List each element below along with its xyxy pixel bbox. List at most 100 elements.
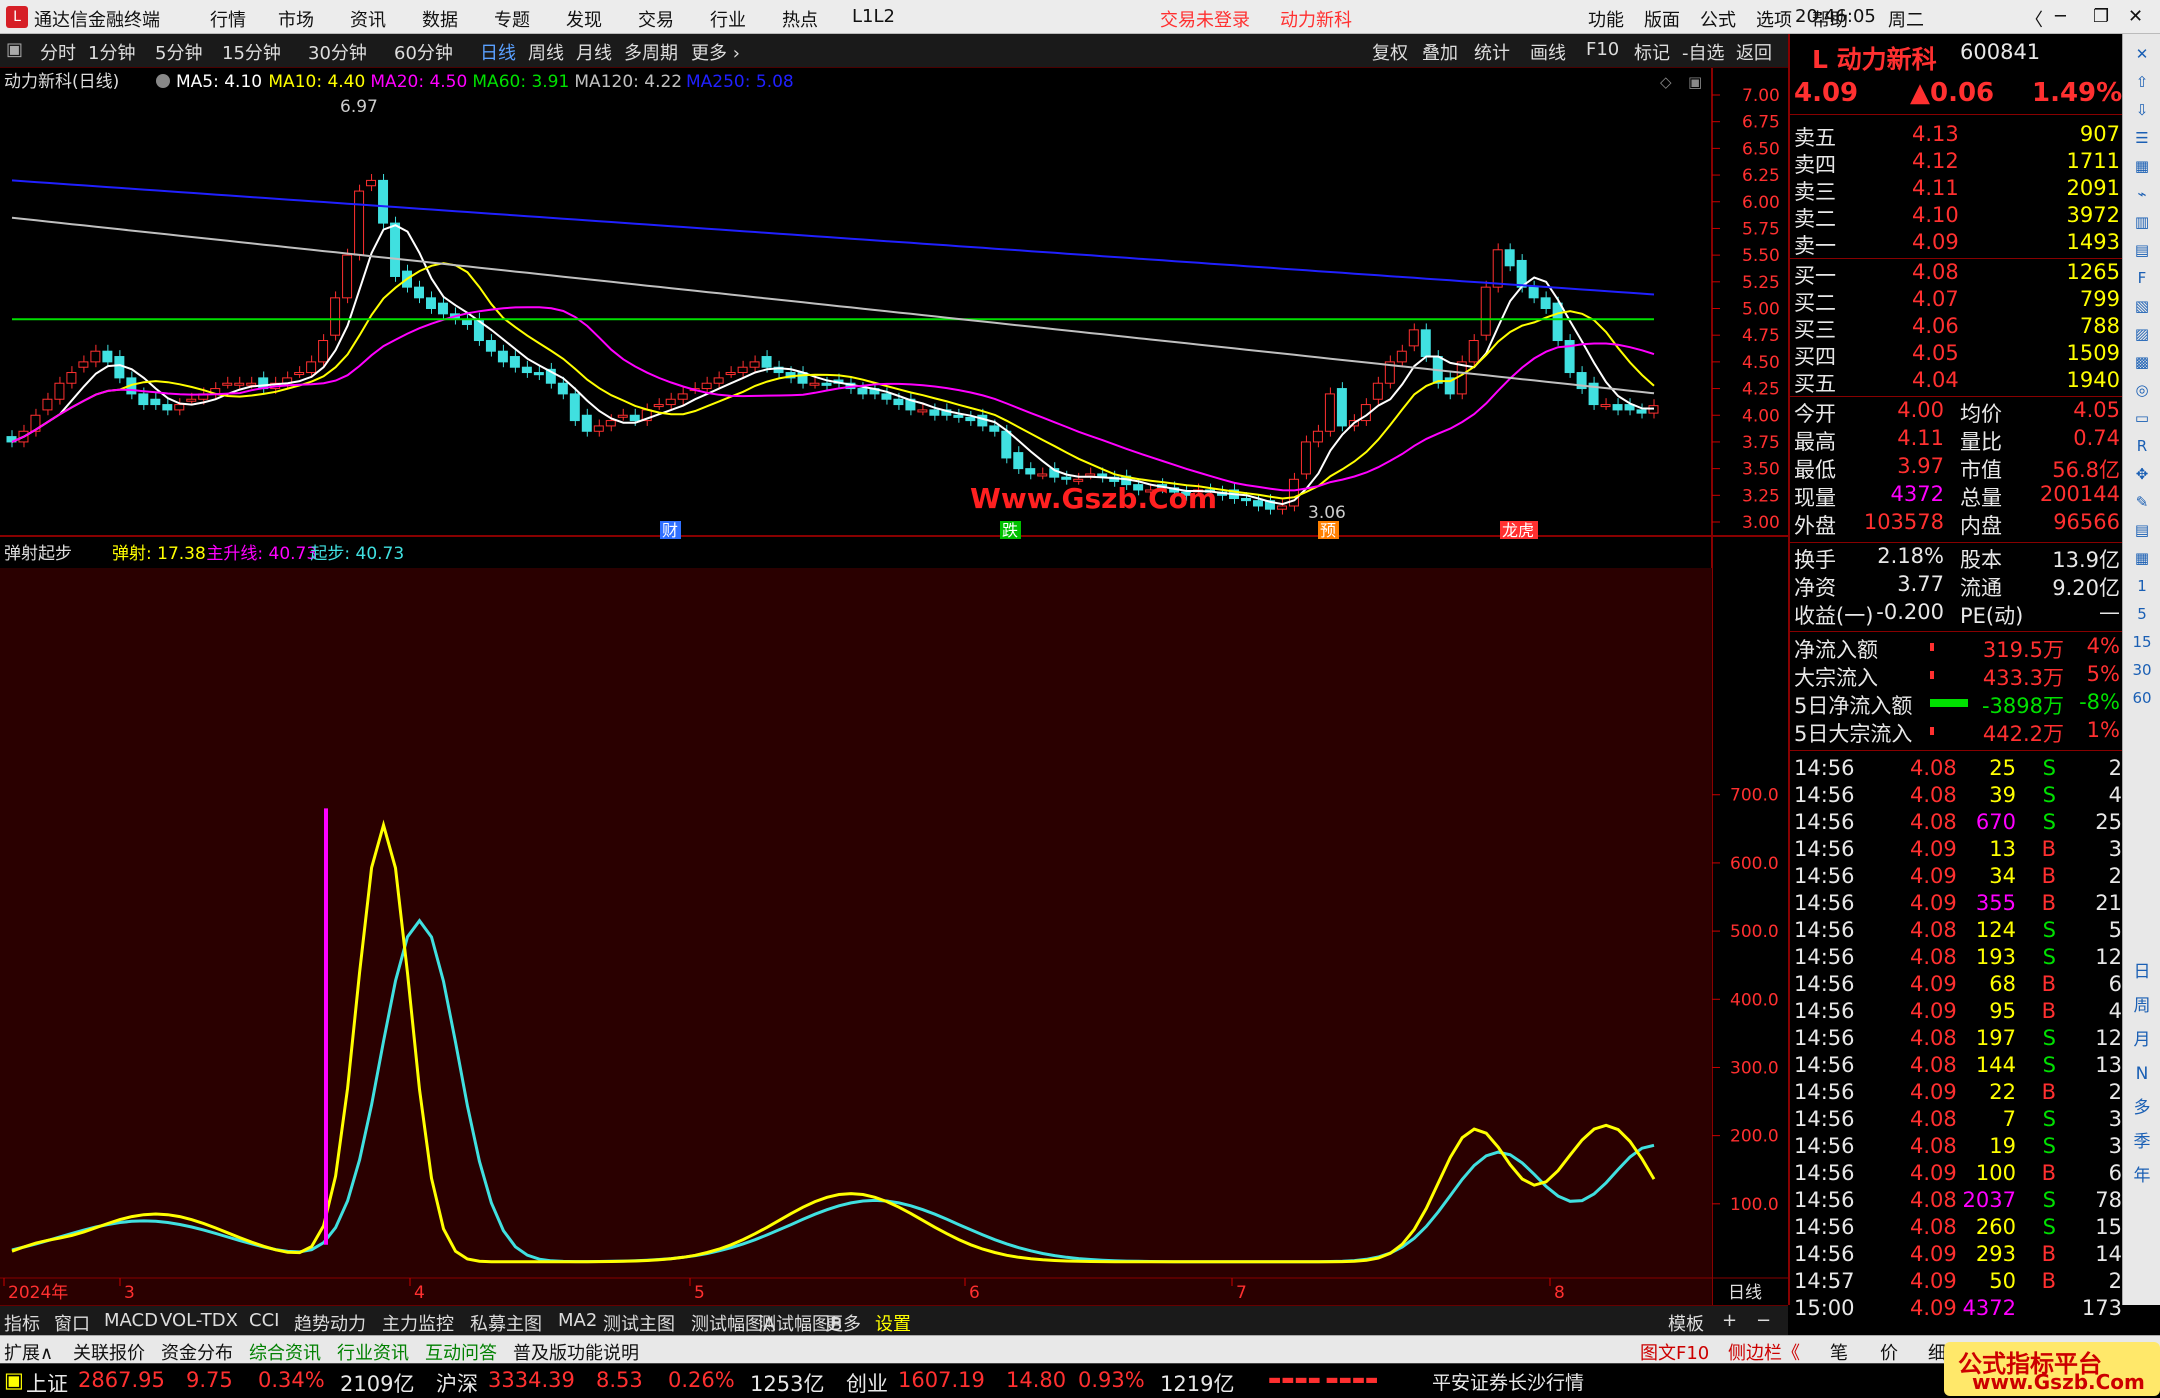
restore-icon[interactable]: ❐ — [2093, 6, 2109, 27]
ind-tool-0[interactable]: 模板 — [1668, 1310, 1704, 1336]
tool-icon-13[interactable]: ▭ — [2129, 406, 2155, 430]
period-tool-6[interactable]: 年 — [2129, 1164, 2155, 1188]
ind-tab-5[interactable]: 趋势动力 — [294, 1310, 366, 1336]
ind-tab-0[interactable]: 指标 — [4, 1310, 40, 1336]
bottom-tab-1[interactable]: 关联报价 — [73, 1339, 145, 1365]
back-icon[interactable]: 〈 — [2025, 6, 2043, 32]
status-icon[interactable]: ▣ — [4, 1368, 24, 1392]
period-3[interactable]: 15分钟 — [222, 39, 281, 65]
period-8[interactable]: 月线 — [576, 39, 612, 65]
period-4[interactable]: 30分钟 — [308, 39, 367, 65]
bottom-tool-1[interactable]: 侧边栏《 — [1728, 1339, 1800, 1365]
chart-tool-5[interactable]: 标记 — [1634, 39, 1670, 65]
ind-tab-3[interactable]: VOL-TDX — [160, 1310, 238, 1331]
tool-icon-16[interactable]: ✎ — [2129, 490, 2155, 514]
ind-tab-6[interactable]: 主力监控 — [382, 1310, 454, 1336]
ind-tab-8[interactable]: MA2 — [558, 1310, 597, 1331]
period-10[interactable]: 更多 › — [691, 39, 740, 65]
period-6[interactable]: 日线 — [480, 39, 516, 65]
menu-6[interactable]: 交易 — [638, 6, 674, 32]
tool-icon-10[interactable]: ▨ — [2129, 322, 2155, 346]
menu-4[interactable]: 专题 — [494, 6, 530, 32]
bottom-tab-6[interactable]: 普及版功能说明 — [513, 1339, 639, 1365]
ind-tab-7[interactable]: 私募主图 — [470, 1310, 542, 1336]
tool-icon-15[interactable]: ✥ — [2129, 462, 2155, 486]
period-tool-2[interactable]: 月 — [2129, 1028, 2155, 1052]
period-tool-0[interactable]: 日 — [2129, 960, 2155, 984]
right-menu-3[interactable]: 选项 — [1756, 6, 1792, 32]
period-tool-1[interactable]: 周 — [2129, 994, 2155, 1018]
stock-link[interactable]: 动力新科 — [1280, 6, 1352, 32]
menu-5[interactable]: 发现 — [566, 6, 602, 32]
tool-icon-0[interactable]: ✕ — [2129, 42, 2155, 66]
bottom-tab-5[interactable]: 互动问答 — [425, 1339, 497, 1365]
minimize-icon[interactable]: ─ — [2055, 6, 2066, 27]
bottom-tool-3[interactable]: 价 — [1880, 1339, 1898, 1365]
tool-icon-12[interactable]: ◎ — [2129, 378, 2155, 402]
chart-tool-3[interactable]: 画线 — [1530, 39, 1566, 65]
bottom-tab-3[interactable]: 综合资讯 — [249, 1339, 321, 1365]
tool-icon-3[interactable]: ☰ — [2129, 126, 2155, 150]
idx-name-1[interactable]: 沪深 — [436, 1368, 478, 1398]
ind-tool-2[interactable]: − — [1756, 1310, 1771, 1331]
ind-tab-9[interactable]: 测试主图 — [603, 1310, 675, 1336]
period-tool-4[interactable]: 多 — [2129, 1096, 2155, 1120]
tool-icon-22[interactable]: 30 — [2129, 658, 2155, 682]
bottom-tab-0[interactable]: 扩展∧ — [4, 1339, 53, 1365]
menu-0[interactable]: 行情 — [210, 6, 246, 32]
ind-tab-4[interactable]: CCI — [249, 1310, 279, 1331]
ind-tab-2[interactable]: MACD — [104, 1310, 158, 1331]
tool-icon-5[interactable]: ⌁ — [2129, 182, 2155, 206]
ind-tab-12[interactable]: 更多 — [825, 1310, 861, 1336]
period-0[interactable]: 分时 — [40, 39, 76, 65]
period-2[interactable]: 5分钟 — [155, 39, 202, 65]
idx-name-2[interactable]: 创业 — [846, 1368, 888, 1398]
period-1[interactable]: 1分钟 — [88, 39, 135, 65]
tool-icon-4[interactable]: ▦ — [2129, 154, 2155, 178]
tool-icon-7[interactable]: ▤ — [2129, 238, 2155, 262]
ind-tab-1[interactable]: 窗口 — [54, 1310, 90, 1336]
menu-8[interactable]: 热点 — [782, 6, 818, 32]
right-menu-1[interactable]: 版面 — [1644, 6, 1680, 32]
close-icon[interactable]: ✕ — [2128, 6, 2143, 27]
panel-toggle-icon[interactable]: ▣ — [6, 39, 23, 60]
period-tool-5[interactable]: 季 — [2129, 1130, 2155, 1154]
chart-tool-2[interactable]: 统计 — [1474, 39, 1510, 65]
bottom-tab-4[interactable]: 行业资讯 — [337, 1339, 409, 1365]
tool-icon-8[interactable]: F — [2129, 266, 2155, 290]
menu-1[interactable]: 市场 — [278, 6, 314, 32]
tool-icon-19[interactable]: 1 — [2129, 574, 2155, 598]
ind-tool-1[interactable]: + — [1722, 1310, 1737, 1331]
ind-tab-13[interactable]: 设置 — [875, 1310, 911, 1336]
chart-tool-7[interactable]: 返回 — [1736, 39, 1772, 65]
right-menu-2[interactable]: 公式 — [1700, 6, 1736, 32]
right-menu-0[interactable]: 功能 — [1588, 6, 1624, 32]
tool-icon-20[interactable]: 5 — [2129, 602, 2155, 626]
menu-7[interactable]: 行业 — [710, 6, 746, 32]
bottom-tab-2[interactable]: 资金分布 — [161, 1339, 233, 1365]
period-7[interactable]: 周线 — [528, 39, 564, 65]
tool-icon-2[interactable]: ⇩ — [2129, 98, 2155, 122]
menu-9[interactable]: L1L2 — [852, 6, 895, 27]
tool-icon-11[interactable]: ▩ — [2129, 350, 2155, 374]
idx-name-0[interactable]: 上证 — [26, 1368, 68, 1398]
bottom-tool-0[interactable]: 图文F10 — [1640, 1339, 1709, 1365]
bottom-tool-2[interactable]: 笔 — [1830, 1339, 1848, 1365]
tool-icon-6[interactable]: ▥ — [2129, 210, 2155, 234]
right-menu-4[interactable]: 帮助 — [1812, 6, 1848, 32]
tool-icon-1[interactable]: ⇧ — [2129, 70, 2155, 94]
period-5[interactable]: 60分钟 — [394, 39, 453, 65]
tool-icon-9[interactable]: ▧ — [2129, 294, 2155, 318]
chart-tool-0[interactable]: 复权 — [1372, 39, 1408, 65]
kline-chart[interactable]: 动力新科(日线) MA5: 4.10 MA10: 4.40 MA20: 4.50 MA6… — [0, 68, 1788, 1305]
chart-tool-4[interactable]: F10 — [1586, 39, 1619, 60]
period-9[interactable]: 多周期 — [624, 39, 678, 65]
login-status[interactable]: 交易未登录 — [1160, 6, 1250, 32]
chart-tool-1[interactable]: 叠加 — [1422, 39, 1458, 65]
tool-icon-18[interactable]: ▦ — [2129, 546, 2155, 570]
tool-icon-21[interactable]: 15 — [2129, 630, 2155, 654]
tool-icon-17[interactable]: ▤ — [2129, 518, 2155, 542]
menu-2[interactable]: 资讯 — [350, 6, 386, 32]
menu-3[interactable]: 数据 — [422, 6, 458, 32]
tool-icon-14[interactable]: R — [2129, 434, 2155, 458]
